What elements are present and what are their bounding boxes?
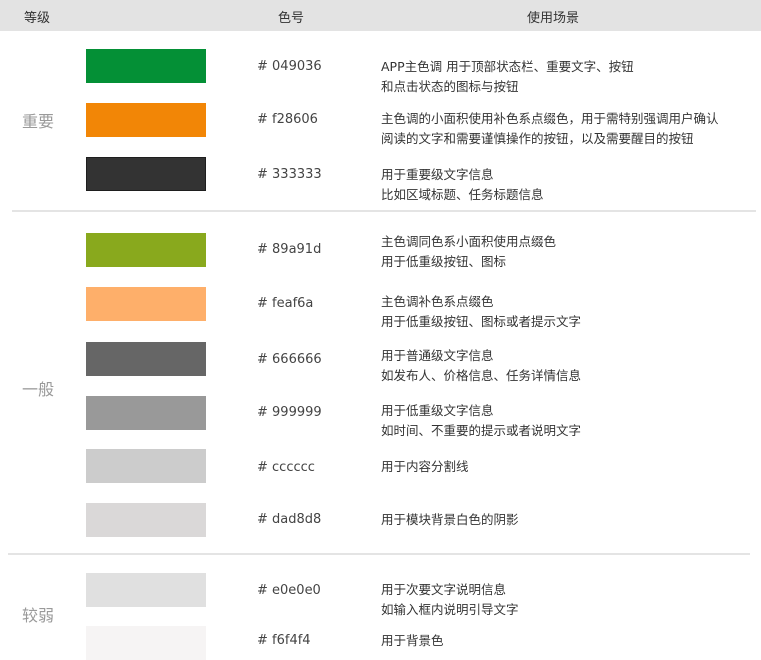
header-code: 色号	[278, 11, 305, 26]
color-usage-line2: 如发布人、价格信息、任务详情信息	[381, 368, 582, 383]
color-usage-line1: 主色调同色系小面积使用点缀色	[381, 234, 557, 249]
color-swatch	[86, 573, 206, 607]
color-usage-line2: 用于低重级按钮、图标或者提示文字	[381, 314, 582, 329]
header-level: 等级	[24, 11, 51, 26]
color-usage-line2: 阅读的文字和需要谨慎操作的按钮，以及需要醒目的按钮	[381, 131, 694, 146]
level-important: 重要	[22, 112, 55, 131]
color-usage-line2: 如时间、不重要的提示或者说明文字	[381, 423, 582, 438]
color-usage-line2: 用于低重级按钮、图标	[381, 254, 507, 269]
color-usage-line1: APP主色调 用于顶部状态栏、重要文字、按钮	[381, 59, 634, 74]
color-usage-line1: 用于普通级文字信息	[381, 348, 494, 363]
color-swatch	[86, 103, 206, 137]
color-code: # 666666	[257, 352, 322, 367]
color-usage-line2: 和点击状态的图标与按钮	[381, 79, 519, 94]
color-code: # cccccc	[257, 460, 315, 475]
header-usage: 使用场景	[527, 11, 580, 26]
color-usage-line1: 主色调补色系点缀色	[381, 294, 494, 309]
color-usage-line2: 比如区域标题、任务标题信息	[381, 187, 544, 202]
color-usage-line1: 用于背景色	[381, 633, 444, 648]
section-divider	[8, 553, 750, 555]
level-normal: 一般	[22, 380, 55, 399]
color-code: # 049036	[257, 59, 322, 74]
color-code: # f28606	[257, 112, 318, 127]
color-swatch	[86, 396, 206, 430]
color-code: # f6f4f4	[257, 633, 311, 648]
color-code: # dad8d8	[257, 512, 322, 527]
color-usage-line1: 主色调的小面积使用补色系点缀色，用于需特别强调用户确认	[381, 111, 719, 126]
table-header: 等级 色号 使用场景	[0, 0, 761, 31]
color-usage-line1: 用于低重级文字信息	[381, 403, 494, 418]
color-code: # feaf6a	[257, 296, 314, 311]
section-divider	[12, 210, 756, 212]
color-usage-line1: 用于内容分割线	[381, 459, 469, 474]
color-code: # 999999	[257, 405, 322, 420]
color-code: # e0e0e0	[257, 583, 321, 598]
color-swatch	[86, 287, 206, 321]
color-code: # 89a91d	[257, 242, 322, 257]
color-swatch	[86, 157, 206, 191]
color-usage-line1: 用于次要文字说明信息	[381, 582, 507, 597]
color-usage-line1: 用于重要级文字信息	[381, 167, 494, 182]
color-swatch	[86, 342, 206, 376]
color-swatch	[86, 449, 206, 483]
color-usage-line2: 如输入框内说明引导文字	[381, 602, 519, 617]
color-code: # 333333	[257, 167, 322, 182]
color-swatch	[86, 49, 206, 83]
color-swatch	[86, 503, 206, 537]
level-weak: 较弱	[22, 606, 55, 625]
color-usage-line1: 用于模块背景白色的阴影	[381, 512, 519, 527]
color-swatch	[86, 233, 206, 267]
